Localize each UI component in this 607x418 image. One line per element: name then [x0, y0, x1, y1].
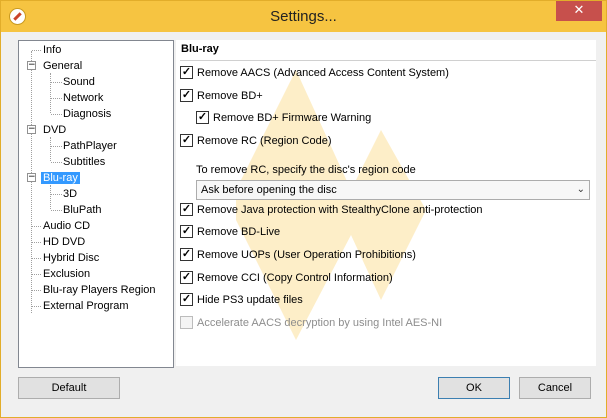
- checkbox-remove-bdplus-firmware-warning[interactable]: ✓: [196, 110, 209, 124]
- checkbox-remove-bdplus[interactable]: ✓: [180, 88, 193, 102]
- tree-item-label: Network: [63, 92, 104, 104]
- tree-item-label: Diagnosis: [63, 108, 112, 120]
- panel-title: Blu-ray: [181, 43, 219, 55]
- default-button[interactable]: Default: [18, 377, 120, 399]
- client-area: − − − Info General Sound Network Diagnos…: [8, 32, 600, 410]
- cancel-button[interactable]: Cancel: [519, 377, 591, 399]
- tree-item-label: BluPath: [63, 204, 102, 216]
- ok-button[interactable]: OK: [438, 377, 510, 399]
- tree-item-subtitles[interactable]: Subtitles: [61, 155, 107, 170]
- tree-item-bluray[interactable]: Blu-ray: [41, 171, 80, 186]
- region-select-value: Ask before opening the disc: [201, 184, 337, 196]
- tree-item-label: Info: [43, 44, 62, 56]
- option-remove-bdplus[interactable]: ✓ Remove BD+: [180, 88, 263, 103]
- tree-item-3d[interactable]: 3D: [61, 187, 79, 202]
- tree-item-blupath[interactable]: BluPath: [61, 203, 104, 218]
- tree-item-label: 3D: [63, 188, 78, 200]
- tree-item-label: Exclusion: [43, 268, 91, 280]
- tree-item-network[interactable]: Network: [61, 91, 105, 106]
- option-remove-bd-live[interactable]: ✓ Remove BD-Live: [180, 224, 281, 239]
- settings-window: Settings... ✕ − − − Info General Sound N…: [0, 0, 607, 418]
- tree-item-info[interactable]: Info: [41, 43, 63, 58]
- tree-item-label: Hybrid Disc: [43, 252, 100, 264]
- tree-item-label: Audio CD: [43, 220, 91, 232]
- panel-divider: [180, 60, 596, 61]
- option-label: Remove BD-Live: [197, 226, 281, 238]
- tree-item-hybrid-disc[interactable]: Hybrid Disc: [41, 251, 101, 266]
- checkbox-remove-bd-live[interactable]: ✓: [180, 224, 193, 238]
- title-bar: Settings... ✕: [1, 1, 606, 32]
- option-label: Remove AACS (Advanced Access Content Sys…: [197, 67, 449, 79]
- option-hide-ps3-update[interactable]: ✓ Hide PS3 update files: [180, 292, 303, 307]
- option-remove-bdplus-firmware-warning[interactable]: ✓ Remove BD+ Firmware Warning: [196, 110, 372, 125]
- tree-item-label: PathPlayer: [63, 140, 117, 152]
- option-remove-java-protection[interactable]: ✓ Remove Java protection with StealthyClo…: [180, 202, 483, 217]
- region-hint: To remove RC, specify the disc's region …: [196, 164, 416, 176]
- tree-item-diagnosis[interactable]: Diagnosis: [61, 107, 113, 122]
- settings-tree[interactable]: − − − Info General Sound Network Diagnos…: [18, 40, 174, 368]
- tree-item-label: HD DVD: [43, 236, 86, 248]
- expander-bluray-icon[interactable]: −: [27, 173, 36, 182]
- option-label: Remove BD+ Firmware Warning: [213, 112, 372, 124]
- expander-dvd-icon[interactable]: −: [27, 125, 36, 134]
- tree-item-label: General: [43, 60, 83, 72]
- checkbox-hide-ps3-update[interactable]: ✓: [180, 292, 193, 306]
- tree-item-pathplayer[interactable]: PathPlayer: [61, 139, 119, 154]
- option-remove-aacs[interactable]: ✓ Remove AACS (Advanced Access Content Sy…: [180, 65, 449, 80]
- region-code-select[interactable]: Ask before opening the disc ⌄: [196, 180, 590, 200]
- tree-item-label: Subtitles: [63, 156, 106, 168]
- option-label: Remove UOPs (User Operation Prohibitions…: [197, 249, 416, 261]
- tree-item-dvd[interactable]: DVD: [41, 123, 68, 138]
- checkbox-remove-uops[interactable]: ✓: [180, 247, 193, 261]
- checkbox-accelerate-aes-ni: [180, 315, 193, 329]
- tree-item-label: Blu-ray: [41, 172, 80, 184]
- tree-item-exclusion[interactable]: Exclusion: [41, 267, 92, 282]
- tree-item-external-program[interactable]: External Program: [41, 299, 131, 314]
- bluray-settings-panel: Blu-ray ✓ Remove AACS (Advanced Access Co…: [176, 40, 596, 366]
- tree-item-label: Blu-ray Players Region: [43, 284, 156, 296]
- tree-item-audio-cd[interactable]: Audio CD: [41, 219, 92, 234]
- option-label: Remove RC (Region Code): [197, 135, 332, 147]
- option-label: Accelerate AACS decryption by using Inte…: [197, 317, 443, 329]
- option-label: Remove BD+: [197, 90, 263, 102]
- window-title: Settings...: [270, 8, 337, 25]
- tree-item-general[interactable]: General: [41, 59, 84, 74]
- checkbox-remove-cci[interactable]: ✓: [180, 270, 193, 284]
- option-label: Remove Java protection with StealthyClon…: [197, 204, 483, 216]
- chevron-down-icon: ⌄: [576, 184, 585, 195]
- tree-item-hd-dvd[interactable]: HD DVD: [41, 235, 87, 250]
- option-remove-uops[interactable]: ✓ Remove UOPs (User Operation Prohibition…: [180, 247, 416, 262]
- tree-item-sound[interactable]: Sound: [61, 75, 97, 90]
- option-label: Hide PS3 update files: [197, 294, 303, 306]
- tree-item-label: External Program: [43, 300, 129, 312]
- expander-general-icon[interactable]: −: [27, 61, 36, 70]
- tree-item-label: Sound: [63, 76, 95, 88]
- option-label: Remove CCI (Copy Control Information): [197, 272, 393, 284]
- option-accelerate-aes-ni: Accelerate AACS decryption by using Inte…: [180, 315, 443, 330]
- tree-item-players-region[interactable]: Blu-ray Players Region: [41, 283, 158, 298]
- checkbox-remove-rc[interactable]: ✓: [180, 133, 193, 147]
- option-remove-rc[interactable]: ✓ Remove RC (Region Code): [180, 133, 332, 148]
- tree-item-label: DVD: [43, 124, 67, 136]
- checkbox-remove-java-protection[interactable]: ✓: [180, 202, 193, 216]
- close-button[interactable]: ✕: [556, 1, 602, 21]
- option-remove-cci[interactable]: ✓ Remove CCI (Copy Control Information): [180, 270, 393, 285]
- checkbox-remove-aacs[interactable]: ✓: [180, 65, 193, 79]
